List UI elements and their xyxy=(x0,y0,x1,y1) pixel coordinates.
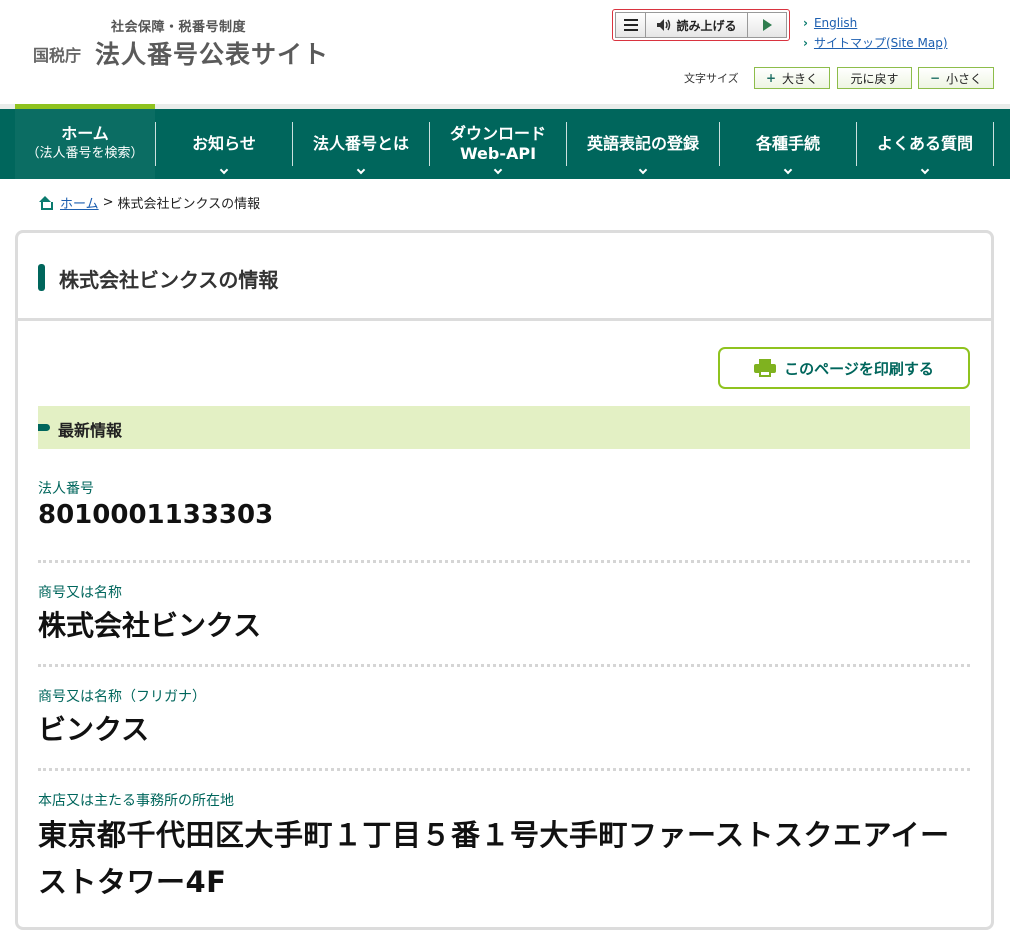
nav-item-english-registration[interactable]: 英語表記の登録 xyxy=(567,109,719,179)
chevron-down-icon xyxy=(783,165,793,175)
field-label: 本店又は主たる事務所の所在地 xyxy=(38,793,234,809)
site-logo[interactable]: 法人番号公表サイト xyxy=(95,35,329,71)
breadcrumb-separator: > xyxy=(102,195,114,210)
dotted-divider xyxy=(38,664,970,667)
nav-about-label: 法人番号とは xyxy=(312,134,409,153)
nav-home-label: ホーム xyxy=(61,124,109,143)
field-value: 東京都千代田区大手町１丁目５番１号大手町ファーストスクエアイーストタワー4F xyxy=(38,818,950,899)
font-reset-label: 元に戻す xyxy=(850,71,899,86)
logo-subtitle: 社会保障・税番号制度 xyxy=(111,20,247,35)
title-accent-bar xyxy=(38,264,45,291)
nav-news-label: お知らせ xyxy=(192,134,256,153)
english-link[interactable]: English xyxy=(803,13,948,33)
hamburger-icon xyxy=(623,19,638,21)
nav-item-download[interactable]: ダウンロード Web-API xyxy=(430,109,566,179)
chevron-down-icon xyxy=(356,165,366,175)
breadcrumb-current: 株式会社ビンクスの情報 xyxy=(117,197,261,212)
field-value: 8010001133303 xyxy=(38,500,274,530)
nav-faq-label: よくある質問 xyxy=(876,134,973,153)
dotted-divider xyxy=(38,560,970,563)
logo-agency[interactable]: 国税庁 xyxy=(33,42,81,66)
nav-english-label: 英語表記の登録 xyxy=(586,134,699,153)
nav-item-home[interactable]: ホーム （法人番号を検索） xyxy=(15,109,155,179)
font-size-label: 文字サイズ xyxy=(684,72,739,85)
print-page-button[interactable]: このページを印刷する xyxy=(718,347,970,389)
corporation-info-panel: 株式会社ビンクスの情報 このページを印刷する 最新情報 法人番号 8010001… xyxy=(15,230,994,930)
nav-procedures-label: 各種手続 xyxy=(755,134,820,153)
read-aloud-button[interactable]: 読み上げる xyxy=(646,13,748,37)
nav-item-faq[interactable]: よくある質問 xyxy=(857,109,993,179)
field-corporate-number: 法人番号 8010001133303 xyxy=(38,478,970,530)
field-label: 法人番号 xyxy=(38,481,94,497)
section-heading-marker xyxy=(38,424,50,431)
print-page-label: このページを印刷する xyxy=(784,359,934,378)
field-trade-name: 商号又は名称 株式会社ビンクス xyxy=(38,582,970,644)
home-icon xyxy=(38,195,53,210)
sitemap-link[interactable]: サイトマップ(Site Map) xyxy=(803,33,948,53)
field-head-office-address: 本店又は主たる事務所の所在地 東京都千代田区大手町１丁目５番１号大手町ファースト… xyxy=(38,790,970,906)
dotted-divider xyxy=(38,768,970,771)
nav-download-sublabel: Web-API xyxy=(459,144,537,163)
nav-home-sublabel: （法人番号を検索） xyxy=(26,146,144,161)
field-trade-name-kana: 商号又は名称（フリガナ） ビンクス xyxy=(38,686,970,748)
speaker-icon xyxy=(657,19,671,31)
plus-icon: + xyxy=(765,71,777,85)
section-heading-label: 最新情報 xyxy=(58,421,123,440)
global-nav-wrapper: ホーム （法人番号を検索） お知らせ 法人番号とは ダウンロード Web-API… xyxy=(0,104,1010,179)
play-icon xyxy=(762,19,772,31)
field-value: ビンクス xyxy=(38,713,150,746)
breadcrumb-home-link[interactable]: ホーム xyxy=(60,193,99,212)
printer-icon xyxy=(754,359,777,377)
site-header: 社会保障・税番号制度 国税庁 法人番号公表サイト 読み上げる English サ… xyxy=(0,0,1010,104)
nav-item-about[interactable]: 法人番号とは xyxy=(293,109,429,179)
font-larger-button[interactable]: + 大きく xyxy=(754,67,830,89)
minus-icon: − xyxy=(929,71,941,85)
chevron-down-icon xyxy=(920,165,930,175)
nav-divider xyxy=(993,122,994,166)
read-aloud-label: 読み上げる xyxy=(676,18,737,33)
font-smaller-label: 小さく xyxy=(945,71,982,86)
chevron-down-icon xyxy=(219,165,229,175)
field-label: 商号又は名称 xyxy=(38,585,122,601)
nav-download-label: ダウンロード xyxy=(449,124,546,143)
global-nav: ホーム （法人番号を検索） お知らせ 法人番号とは ダウンロード Web-API… xyxy=(0,109,1010,179)
text-to-speech-bar: 読み上げる xyxy=(612,9,790,41)
speech-menu-button[interactable] xyxy=(616,13,646,37)
field-label: 商号又は名称（フリガナ） xyxy=(38,689,206,705)
nav-item-procedures[interactable]: 各種手続 xyxy=(720,109,856,179)
font-larger-label: 大きく xyxy=(781,71,818,86)
panel-header: 株式会社ビンクスの情報 xyxy=(18,233,991,321)
chevron-down-icon xyxy=(638,165,648,175)
play-button[interactable] xyxy=(748,13,786,37)
chevron-down-icon xyxy=(493,165,503,175)
page-title: 株式会社ビンクスの情報 xyxy=(59,268,279,292)
nav-item-news[interactable]: お知らせ xyxy=(156,109,292,179)
section-heading-latest: 最新情報 xyxy=(38,406,970,449)
top-links: English サイトマップ(Site Map) xyxy=(803,13,948,53)
field-value: 株式会社ビンクス xyxy=(38,609,262,642)
font-smaller-button[interactable]: − 小さく xyxy=(918,67,994,89)
breadcrumb: ホーム > 株式会社ビンクスの情報 xyxy=(38,193,260,212)
font-reset-button[interactable]: 元に戻す xyxy=(837,67,912,89)
